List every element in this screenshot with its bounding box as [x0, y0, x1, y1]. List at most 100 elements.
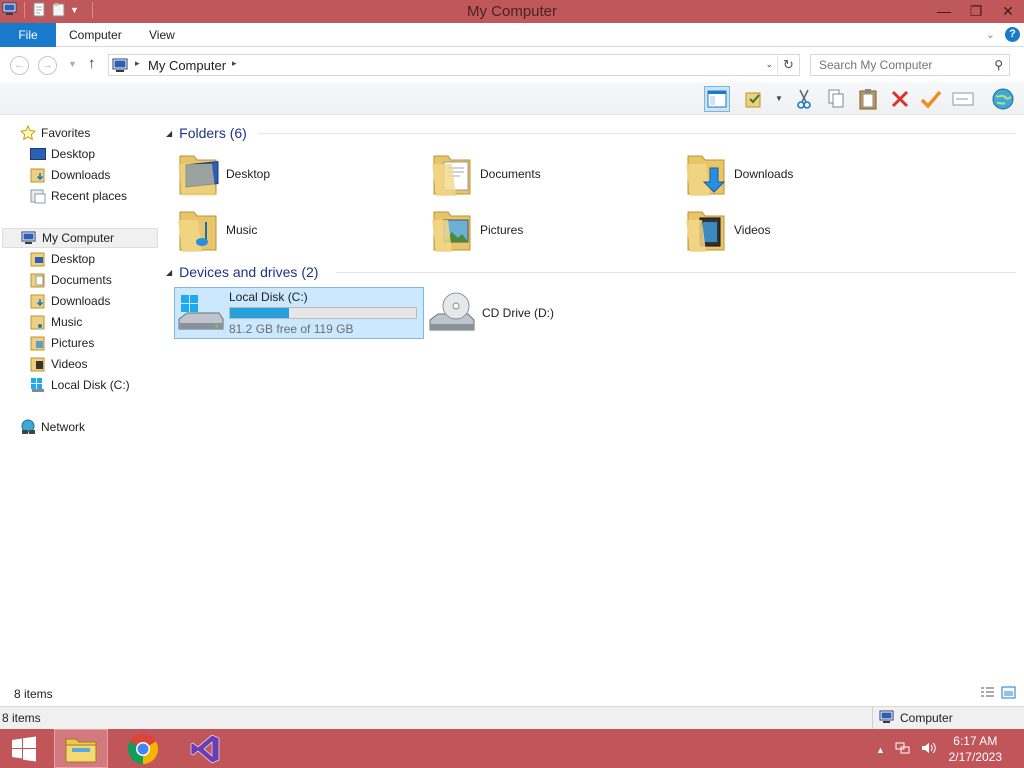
sidebar-item-label: Videos	[51, 357, 88, 371]
tab-view[interactable]: View	[137, 23, 187, 47]
folder-item-downloads[interactable]: Downloads	[684, 148, 924, 200]
breadcrumb-separator-icon[interactable]: ▸	[135, 58, 140, 69]
forward-button[interactable]: →	[38, 56, 57, 75]
folder-icon	[30, 251, 46, 267]
zone-label: Computer	[900, 711, 953, 725]
drive-item-local-disk[interactable]: Local Disk (C:) 81.2 GB free of 119 GB	[174, 287, 424, 339]
properties-icon[interactable]	[742, 86, 768, 112]
chevron-down-icon[interactable]: ▼	[775, 94, 783, 103]
globe-icon[interactable]	[990, 86, 1016, 112]
folder-item-videos[interactable]: Videos	[684, 204, 924, 256]
search-icon[interactable]: ⚲	[994, 58, 1003, 72]
sidebar-item-downloads[interactable]: Downloads	[30, 165, 186, 185]
title-bar: ▼ My Computer — ❐ ✕	[0, 0, 1024, 23]
folder-label: Music	[226, 223, 258, 237]
tab-file[interactable]: File	[0, 23, 56, 47]
folder-item-documents[interactable]: Documents	[430, 148, 670, 200]
checkmark-icon[interactable]	[918, 86, 944, 112]
clock[interactable]: 6:17 AM 2/17/2023	[949, 733, 1002, 765]
view-switcher	[980, 686, 1016, 702]
sidebar-item-network[interactable]: Network	[20, 417, 176, 437]
cut-icon[interactable]	[791, 86, 817, 112]
minimize-button[interactable]: —	[928, 0, 960, 22]
zone-indicator: Computer	[872, 707, 953, 729]
file-explorer-icon[interactable]	[54, 729, 108, 768]
command-toolbar: ▼	[0, 82, 1024, 115]
refresh-icon[interactable]: ↻	[777, 55, 799, 75]
back-button[interactable]: ←	[10, 56, 29, 75]
paste-icon[interactable]	[855, 86, 881, 112]
sidebar-item-local-disk[interactable]: Local Disk (C:)	[30, 375, 186, 395]
start-button[interactable]	[0, 729, 48, 768]
volume-icon[interactable]	[921, 741, 937, 758]
documents-folder-icon	[430, 150, 474, 198]
drive-item-cd-drive[interactable]: CD Drive (D:)	[428, 287, 678, 339]
drive-info: Local Disk (C:) 81.2 GB free of 119 GB	[229, 290, 417, 336]
sidebar-item-my-computer[interactable]: My Computer	[2, 228, 158, 248]
computer-icon	[879, 710, 895, 727]
sidebar-item-label: Music	[51, 315, 83, 329]
details-view-icon[interactable]	[980, 686, 995, 702]
drive-label: CD Drive (D:)	[482, 306, 554, 320]
expand-ribbon-chevron-icon[interactable]: ⌄	[986, 28, 995, 41]
tab-computer[interactable]: Computer	[57, 23, 134, 47]
sidebar-item-label: Favorites	[41, 126, 91, 140]
music-folder-icon	[30, 314, 46, 330]
collapse-triangle-icon[interactable]: ◢	[166, 129, 172, 138]
large-icons-view-icon[interactable]	[1001, 686, 1016, 702]
folders-group-header[interactable]: ◢ Folders (6)	[166, 123, 1016, 143]
navigation-pane: Favorites Desktop Downloads Recent place…	[0, 116, 158, 671]
delete-icon[interactable]	[887, 86, 913, 112]
show-hidden-icons-icon[interactable]: ▲	[876, 745, 885, 755]
sidebar-item-recent-places[interactable]: Recent places	[30, 186, 186, 206]
content-pane: ◢ Folders (6) Desktop Documents Download…	[166, 116, 1018, 671]
preview-pane-icon[interactable]	[704, 86, 730, 112]
drive-usage-bar	[229, 307, 417, 319]
downloads-folder-icon	[684, 150, 728, 198]
music-folder-icon	[176, 206, 220, 254]
windows-logo-icon	[12, 736, 36, 761]
taskbar: ▲ 6:17 AM 2/17/2023	[0, 729, 1024, 768]
sidebar-item-label: Network	[41, 420, 86, 434]
sidebar-item-videos[interactable]: Videos	[30, 354, 186, 374]
address-dropdown-icon[interactable]: ⌄	[765, 59, 773, 70]
drives-group-header[interactable]: ◢ Devices and drives (2)	[166, 262, 1016, 282]
folder-label: Desktop	[226, 167, 271, 181]
copy-icon[interactable]	[823, 86, 849, 112]
rename-icon[interactable]	[950, 86, 976, 112]
collapse-triangle-icon[interactable]: ◢	[166, 268, 172, 277]
recent-places-icon	[30, 188, 46, 204]
close-button[interactable]: ✕	[992, 0, 1024, 22]
help-button[interactable]: ?	[1005, 27, 1020, 42]
sidebar-item-desktop[interactable]: Desktop	[30, 249, 186, 269]
folder-item-desktop[interactable]: Desktop	[176, 148, 416, 200]
network-status-icon[interactable]	[895, 741, 911, 758]
sidebar-item-favorites[interactable]: Favorites	[20, 123, 176, 143]
star-icon	[20, 125, 36, 141]
address-bar[interactable]: ▸ My Computer ▸ ⌄ ↻	[108, 54, 800, 76]
breadcrumb[interactable]: My Computer	[148, 58, 226, 73]
sidebar-item-desktop[interactable]: Desktop	[30, 144, 186, 164]
sidebar-item-downloads[interactable]: Downloads	[30, 291, 186, 311]
folder-label: Videos	[734, 223, 771, 237]
search-input[interactable]	[811, 55, 981, 75]
visual-studio-icon[interactable]	[178, 729, 232, 768]
sidebar-item-label: Documents	[51, 273, 112, 287]
sidebar-item-music[interactable]: Music	[30, 312, 186, 332]
recent-locations-chevron-icon[interactable]: ▼	[68, 59, 77, 69]
videos-folder-icon	[684, 206, 728, 254]
folder-label: Documents	[480, 167, 541, 181]
search-box[interactable]: ⚲	[810, 54, 1010, 76]
sidebar-item-pictures[interactable]: Pictures	[30, 333, 186, 353]
up-arrow-icon[interactable]: ↑	[88, 55, 96, 72]
clock-date: 2/17/2023	[948, 750, 1002, 764]
clock-time: 6:17 AM	[953, 734, 998, 748]
folder-item-music[interactable]: Music	[176, 204, 416, 256]
restore-button[interactable]: ❐	[960, 0, 992, 22]
chrome-icon[interactable]	[116, 729, 170, 768]
hard-drive-icon	[30, 377, 46, 393]
group-title: Folders (6)	[179, 125, 247, 141]
sidebar-item-documents[interactable]: Documents	[30, 270, 186, 290]
folder-item-pictures[interactable]: Pictures	[430, 204, 670, 256]
breadcrumb-chevron-icon[interactable]: ▸	[232, 58, 237, 69]
